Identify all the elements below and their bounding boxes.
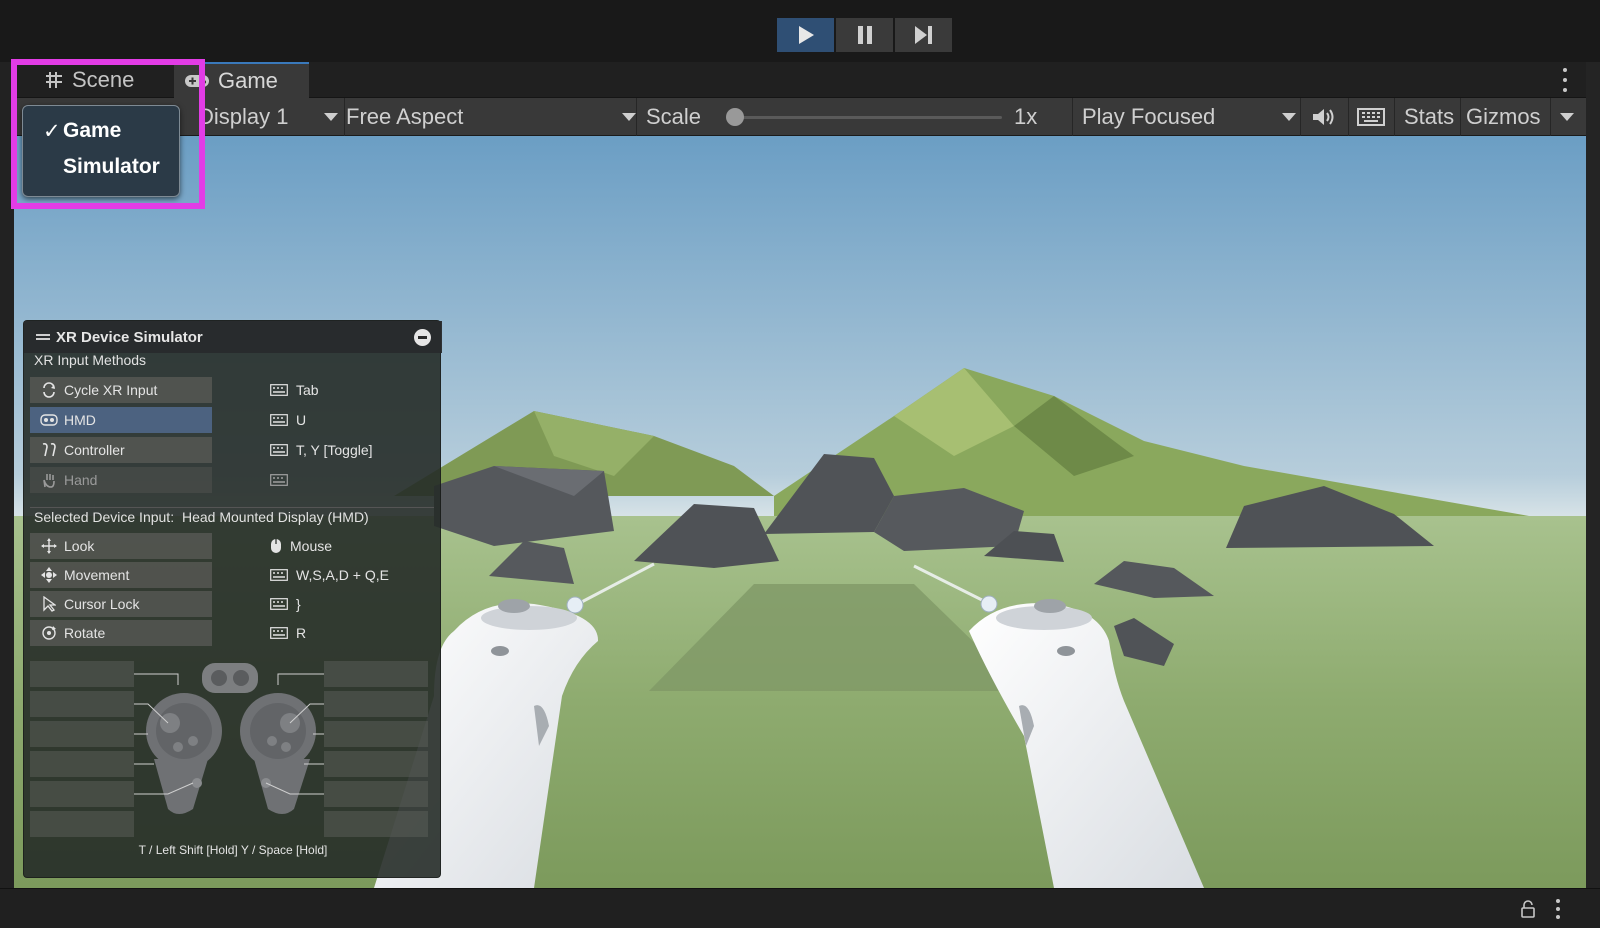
dpad-icon xyxy=(40,566,58,584)
movement-button[interactable]: Movement xyxy=(30,562,212,588)
hmd-button[interactable]: HMD xyxy=(30,407,212,433)
play-controls xyxy=(777,18,952,52)
keyboard-icon xyxy=(270,474,288,486)
movement-label: Movement xyxy=(64,567,130,583)
rotate-button[interactable]: Rotate xyxy=(30,620,212,646)
controller-button[interactable]: Controller xyxy=(30,437,212,463)
cycle-icon xyxy=(40,381,58,399)
chevron-down-icon xyxy=(324,113,338,121)
shortcut-keyboard-button[interactable] xyxy=(1354,98,1388,136)
keyboard-icon xyxy=(270,569,288,581)
speaker-icon xyxy=(1313,109,1334,125)
collapse-minus-icon[interactable] xyxy=(414,329,431,346)
play-mode-dropdown[interactable]: Play Focused xyxy=(1082,98,1296,136)
selected-device-value: Head Mounted Display (HMD) xyxy=(181,509,369,525)
display-dropdown-label: Display 1 xyxy=(198,104,289,129)
xr-footer-hint: T / Left Shift [Hold] Y / Space [Hold] xyxy=(138,843,328,857)
look-label: Look xyxy=(64,538,95,554)
xr-input-methods-heading: XR Input Methods xyxy=(34,352,147,368)
status-bar xyxy=(0,888,1600,928)
pause-button[interactable] xyxy=(836,18,893,52)
movement-key: W,S,A,D + Q,E xyxy=(270,562,389,588)
game-view-control-bar: Display 1 Free Aspect Scale 1x Play Focu… xyxy=(14,98,1586,136)
xr-device-simulator-panel[interactable]: XR Device Simulator XR Input Methods Cyc… xyxy=(23,320,442,878)
move-arrows-icon xyxy=(40,537,58,555)
top-toolbar xyxy=(0,0,1600,62)
scale-value: 1x xyxy=(1014,104,1038,129)
keyboard-icon xyxy=(270,414,288,426)
gizmos-button[interactable]: Gizmos xyxy=(1466,98,1541,136)
lock-icon[interactable] xyxy=(1520,899,1536,919)
controller-label: Controller xyxy=(64,442,125,458)
hand-label: Hand xyxy=(64,472,98,488)
cursor-lock-button[interactable]: Cursor Lock xyxy=(30,591,212,617)
status-kebab-icon[interactable] xyxy=(1555,899,1561,919)
cycle-xr-input-button[interactable]: Cycle XR Input xyxy=(30,377,212,403)
keyboard-icon xyxy=(270,598,288,610)
pause-icon xyxy=(857,26,872,44)
keyboard-icon xyxy=(270,627,288,639)
cycle-xr-input-key: Tab xyxy=(270,377,319,403)
display-dropdown[interactable]: Display 1 xyxy=(198,98,340,136)
right-binding-slots xyxy=(324,661,428,837)
step-icon xyxy=(914,26,932,44)
drag-handle-icon[interactable] xyxy=(36,334,50,340)
play-mode-label: Play Focused xyxy=(1082,104,1216,129)
aspect-dropdown-label: Free Aspect xyxy=(346,104,464,129)
controllers-icon xyxy=(40,441,58,459)
keyboard-icon xyxy=(1357,108,1385,126)
unity-editor-window: Scene Game Display 1 Free Aspect Scale 1… xyxy=(0,0,1600,928)
tab-game-label: Game xyxy=(218,68,278,93)
right-panel-edge xyxy=(1586,62,1600,888)
chevron-down-icon xyxy=(622,113,636,121)
play-button[interactable] xyxy=(777,18,834,52)
scale-label: Scale xyxy=(646,104,702,129)
gizmos-chevron-down-icon[interactable] xyxy=(1560,113,1574,121)
cursor-icon xyxy=(40,595,58,613)
scale-slider-track[interactable] xyxy=(734,116,1002,119)
headset-icon xyxy=(40,411,58,429)
view-tab-bar: Scene Game xyxy=(14,62,1586,98)
keyboard-icon xyxy=(270,444,288,456)
rotate-label: Rotate xyxy=(64,625,106,641)
stats-button[interactable]: Stats xyxy=(1404,98,1454,136)
aspect-dropdown[interactable]: Free Aspect xyxy=(346,98,636,136)
cursor-lock-key: } xyxy=(270,591,301,617)
hand-key xyxy=(270,467,296,493)
cursor-lock-label: Cursor Lock xyxy=(64,596,140,612)
controller-bindings-diagram xyxy=(28,659,438,839)
scale-slider-knob[interactable] xyxy=(726,108,744,126)
selected-device-label: Selected Device Input: Head Mounted Disp… xyxy=(34,509,369,525)
hand-button[interactable]: Hand xyxy=(30,467,212,493)
xr-panel-header[interactable]: XR Device Simulator xyxy=(24,321,442,353)
keyboard-icon xyxy=(270,384,288,396)
cycle-xr-input-label: Cycle XR Input xyxy=(64,382,158,398)
play-icon xyxy=(798,26,814,44)
left-binding-slots xyxy=(30,661,134,837)
hmd-key: U xyxy=(270,407,306,433)
tab-options-kebab-icon[interactable] xyxy=(1562,68,1568,92)
section-divider xyxy=(30,507,434,508)
annotation-highlight-box xyxy=(11,59,205,209)
look-key: Mouse xyxy=(270,533,332,559)
mute-audio-button[interactable] xyxy=(1306,98,1342,136)
look-button[interactable]: Look xyxy=(30,533,212,559)
hmd-label: HMD xyxy=(64,412,96,428)
mouse-icon xyxy=(270,538,282,554)
step-button[interactable] xyxy=(895,18,952,52)
rotate-key: R xyxy=(270,620,306,646)
xr-panel-title: XR Device Simulator xyxy=(56,328,203,346)
controller-key: T, Y [Toggle] xyxy=(270,437,373,463)
hand-icon xyxy=(40,471,58,489)
chevron-down-icon xyxy=(1282,113,1296,121)
rotate-icon xyxy=(40,624,58,642)
